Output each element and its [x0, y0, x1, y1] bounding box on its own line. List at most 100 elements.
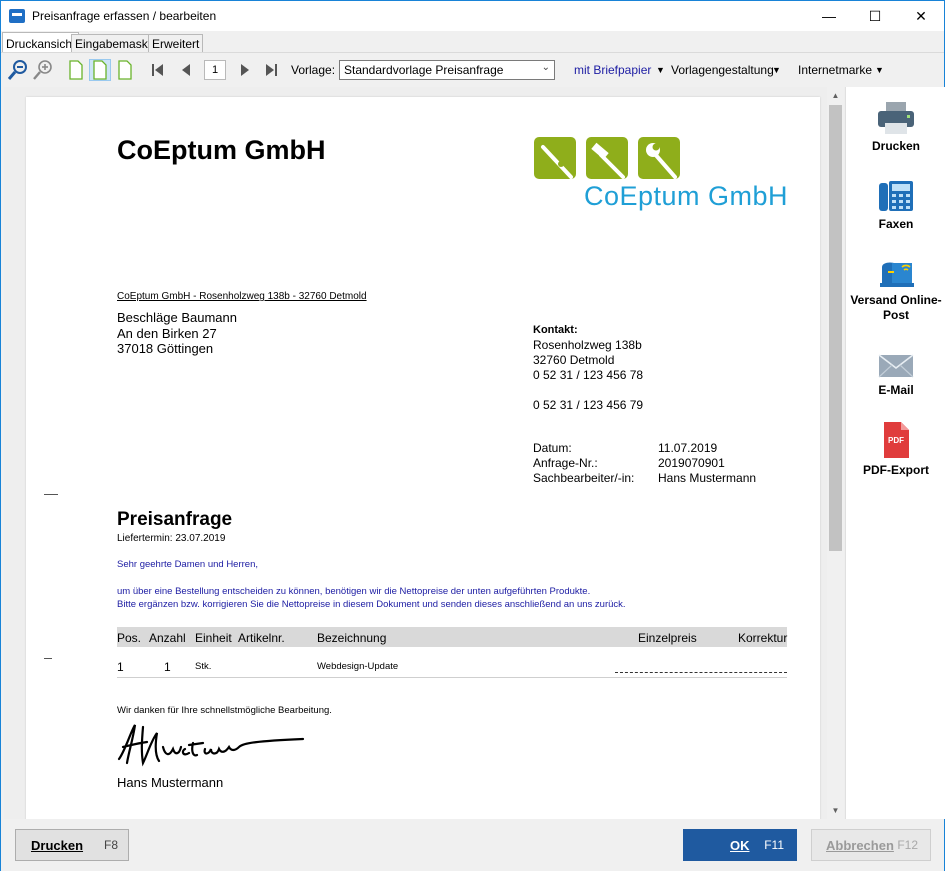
meta-value: Hans Mustermann — [658, 471, 757, 485]
pdf-file-icon: PDF — [884, 422, 909, 458]
preview-scrollbar[interactable]: ▲ ▼ — [827, 87, 844, 819]
side-label: PDF-Export — [863, 463, 929, 477]
column-header: Bezeichnung — [317, 631, 387, 645]
side-online-post-button[interactable]: Versand Online-Post — [846, 257, 945, 323]
table-row: 1 1 Stk. Webdesign-Update — [117, 656, 787, 678]
signature-image — [117, 724, 305, 767]
meta-key: Datum: — [533, 441, 572, 455]
print-button[interactable]: Drucken F8 — [15, 829, 129, 861]
full-page-icon[interactable] — [114, 59, 136, 81]
briefpapier-link[interactable]: mit Briefpapier — [574, 63, 651, 77]
column-header: Korrektur — [738, 631, 788, 645]
meta-key: Sachbearbeiter/-in: — [533, 471, 635, 485]
recipient-line: 37018 Göttingen — [117, 341, 214, 356]
mailbox-icon — [880, 262, 914, 287]
ok-button-label: OK — [730, 837, 750, 853]
chevron-down-icon: ⌄ — [541, 62, 550, 73]
paragraph-line: um über eine Bestellung entscheiden zu k… — [117, 586, 591, 597]
side-fax-button[interactable]: Faxen — [846, 179, 945, 232]
column-header: Einheit — [195, 631, 232, 645]
first-page-icon[interactable] — [147, 59, 169, 81]
tab-eingabemaske[interactable]: Eingabemaske — [71, 34, 159, 52]
column-header: Einzelpreis — [638, 631, 697, 645]
scroll-down-icon[interactable]: ▼ — [827, 802, 844, 819]
page-number-input[interactable]: 1 — [204, 60, 226, 80]
contact-line: 0 52 31 / 123 456 79 — [533, 398, 644, 412]
column-header: Pos. — [117, 631, 142, 645]
meta-key: Anfrage-Nr.: — [533, 456, 598, 470]
page-width-icon[interactable] — [89, 59, 111, 81]
price-entry-line — [615, 672, 787, 673]
scroll-up-icon[interactable]: ▲ — [827, 87, 844, 104]
title-bar: Preisanfrage erfassen / bearbeiten — ☐ ✕ — [1, 1, 944, 31]
app-icon — [9, 9, 25, 23]
cancel-button-label: Abbrechen — [826, 837, 894, 853]
pdf-badge-text: PDF — [888, 436, 904, 445]
company-name: CoEptum GmbH — [117, 135, 326, 165]
next-page-icon[interactable] — [234, 59, 256, 81]
document-page: CoEptum GmbH CoEptum GmbH CoEptum GmbH -… — [26, 97, 820, 819]
print-preview[interactable]: CoEptum GmbH CoEptum GmbH CoEptum GmbH -… — [4, 87, 845, 819]
contact-block: Kontakt: Rosenholzweg 138b 32760 Detmold… — [533, 322, 643, 413]
fax-icon — [879, 181, 913, 211]
meta-value: 2019070901 — [658, 456, 725, 470]
zoom-out-icon[interactable] — [7, 59, 29, 81]
side-email-button[interactable]: E-Mail — [846, 353, 945, 398]
fold-mark — [44, 494, 58, 495]
cell-einheit: Stk. — [195, 661, 212, 672]
tab-strip: Druckansicht Eingabemaske Erweitert — [1, 32, 944, 52]
maximize-button[interactable]: ☐ — [852, 1, 898, 31]
dropdown-arrow-icon: ▼ — [772, 65, 781, 75]
side-label: E-Mail — [878, 383, 914, 397]
contact-line — [533, 383, 643, 398]
shortcut-key: F8 — [103, 838, 118, 852]
contact-line: Rosenholzweg 138b — [533, 338, 642, 352]
signer-name: Hans Mustermann — [117, 775, 224, 790]
vorlage-select[interactable]: Standardvorlage Preisanfrage ⌄ — [339, 60, 555, 80]
side-label: Drucken — [871, 139, 921, 153]
single-page-icon[interactable] — [65, 59, 87, 81]
side-print-button[interactable]: Drucken — [846, 101, 945, 154]
recipient-line: An den Birken 27 — [117, 325, 217, 341]
column-header: Anzahl — [149, 631, 186, 645]
action-panel: Drucken Faxen Versand Online-Post E-Mail… — [845, 87, 945, 819]
contact-line: 32760 Detmold — [533, 353, 615, 367]
print-button-label: Drucken — [31, 837, 84, 853]
close-button[interactable]: ✕ — [898, 1, 944, 31]
recipient-address: Beschläge Baumann An den Birken 27 37018… — [117, 310, 237, 357]
printer-icon — [878, 102, 914, 134]
paragraph-line: Bitte ergänzen bzw. korrigieren Sie die … — [117, 599, 626, 610]
vorlage-label: Vorlage: — [291, 63, 336, 77]
table-header: Pos. Anzahl Einheit Artikelnr. Bezeichnu… — [117, 627, 787, 647]
last-page-icon[interactable] — [260, 59, 282, 81]
shortcut-key: F12 — [897, 838, 918, 852]
ok-button[interactable]: OK F11 — [683, 829, 797, 861]
envelope-icon — [878, 354, 914, 378]
toolbar: 1 Vorlage: Standardvorlage Preisanfrage … — [1, 52, 944, 86]
internetmarke-menu[interactable]: Internetmarke — [798, 63, 872, 77]
window-title: Preisanfrage erfassen / bearbeiten — [32, 9, 217, 23]
cell-bezeichnung: Webdesign-Update — [317, 661, 399, 672]
punch-mark — [44, 658, 52, 659]
meta-block: Datum: 11.07.2019 Anfrage-Nr.: 2019070901 … — [533, 441, 756, 486]
vorlagengestaltung-menu[interactable]: Vorlagengestaltung — [671, 63, 774, 77]
sender-line: CoEptum GmbH - Rosenholzweg 138b - 32760… — [117, 291, 367, 302]
cancel-button[interactable]: Abbrechen F12 — [811, 829, 931, 861]
contact-line: 0 52 31 / 123 456 78 — [533, 368, 644, 382]
minimize-button[interactable]: — — [806, 1, 852, 31]
scroll-thumb[interactable] — [829, 105, 842, 551]
body-paragraph: um über eine Bestellung entscheiden zu k… — [117, 585, 626, 611]
tab-erweitert[interactable]: Erweitert — [148, 34, 204, 52]
previous-page-icon[interactable] — [175, 59, 197, 81]
side-pdf-export-button[interactable]: PDF PDF-Export — [846, 421, 945, 478]
dialog-window: Preisanfrage erfassen / bearbeiten — ☐ ✕… — [0, 0, 945, 871]
button-bar: Drucken F8 OK F11 Abbrechen F12 — [1, 819, 944, 871]
contact-label: Kontakt: — [533, 324, 578, 336]
meta-value: 11.07.2019 — [658, 441, 718, 455]
column-header: Artikelnr. — [238, 631, 285, 645]
zoom-in-icon[interactable] — [32, 59, 54, 81]
dropdown-arrow-icon: ▼ — [656, 65, 665, 75]
tab-druckansicht[interactable]: Druckansicht — [2, 32, 80, 52]
cell-pos: 1 — [117, 660, 124, 674]
side-label: Versand Online-Post — [850, 293, 942, 322]
